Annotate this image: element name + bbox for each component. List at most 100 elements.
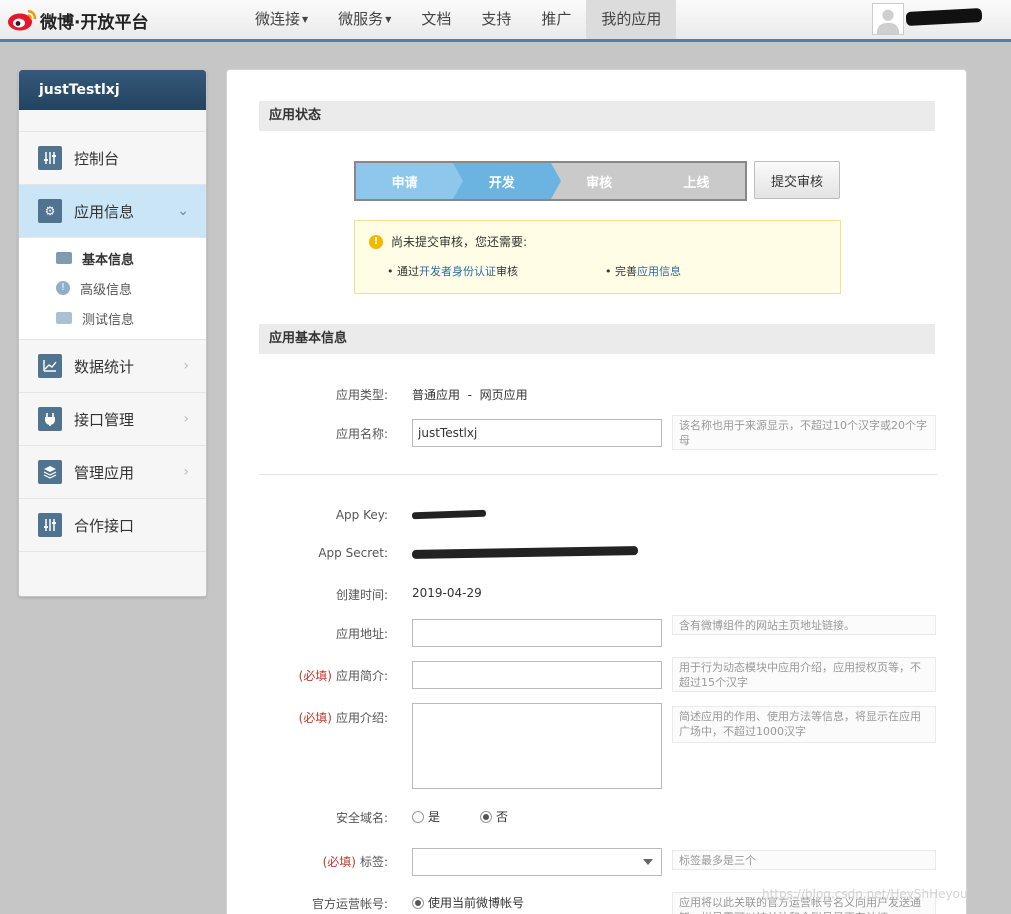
app-url-hint: 含有微博组件的网站主页地址链接。 bbox=[672, 615, 936, 635]
radio-use-current-account[interactable] bbox=[412, 897, 424, 909]
subitem-label: 高级信息 bbox=[80, 282, 133, 298]
nav-item-promote[interactable]: 推广 bbox=[526, 0, 586, 39]
app-name-label: 应用名称: bbox=[335, 427, 388, 441]
sliders-icon bbox=[38, 146, 62, 170]
dropdown-arrow-icon bbox=[643, 859, 653, 865]
sidebar-subitem-basic-info[interactable]: 基本信息 bbox=[19, 243, 206, 273]
official-account-option[interactable]: 使用当前微博帐号 bbox=[412, 894, 524, 911]
user-silhouette-icon bbox=[876, 9, 900, 34]
weibo-eye-icon bbox=[8, 9, 37, 31]
sidebar-subitem-advanced-info[interactable]: ! 高级信息 bbox=[19, 273, 206, 303]
step-apply: 申请 bbox=[356, 163, 464, 199]
nav-item-support[interactable]: 支持 bbox=[466, 0, 526, 39]
app-secret-label: App Secret: bbox=[318, 546, 388, 560]
layers-icon bbox=[38, 460, 62, 484]
redacted-username bbox=[905, 8, 983, 26]
sidebar: justTestlxj 控制台 ⚙ 应用信息 ⌄ 基本信息 ! 高级信息 测试信息… bbox=[18, 69, 207, 597]
app-url-label: 应用地址: bbox=[335, 627, 388, 641]
sidebar-item-label: 管理应用 bbox=[74, 463, 135, 482]
gear-icon: ⚙ bbox=[38, 199, 62, 223]
developer-verify-link[interactable]: 开发者身份认证 bbox=[419, 265, 496, 278]
app-description-label: (必填) 应用介绍: bbox=[298, 711, 388, 725]
step-review: 审核 bbox=[550, 163, 659, 199]
main-panel: 应用状态 申请 开发 审核 上线 提交审核 ! 尚未提交审核，您还需要: • 通… bbox=[226, 69, 967, 914]
app-info-link[interactable]: 应用信息 bbox=[637, 265, 681, 278]
avatar[interactable] bbox=[872, 3, 904, 35]
radio-yes[interactable] bbox=[412, 811, 424, 823]
warning-icon: ! bbox=[369, 235, 383, 249]
image-icon bbox=[56, 312, 72, 324]
weibo-logo[interactable]: 微博·开放平台 bbox=[6, 6, 148, 34]
app-key-label: App Key: bbox=[335, 508, 388, 522]
created-time-label: 创建时间: bbox=[335, 588, 388, 602]
step-launch: 上线 bbox=[647, 163, 745, 199]
sidebar-submenu: 基本信息 ! 高级信息 测试信息 bbox=[19, 237, 206, 339]
chevron-right-icon: › bbox=[183, 358, 189, 374]
sidebar-item-label: 数据统计 bbox=[74, 357, 135, 376]
app-description-textarea[interactable] bbox=[412, 703, 662, 789]
sidebar-item-partner-api[interactable]: 合作接口 bbox=[19, 498, 206, 551]
sidebar-item-app-info[interactable]: ⚙ 应用信息 ⌄ bbox=[19, 184, 206, 237]
created-time-value: 2019-04-29 bbox=[412, 586, 482, 600]
notice-title: 尚未提交审核，您还需要: bbox=[391, 235, 528, 249]
sidebar-item-console[interactable]: 控制台 bbox=[19, 131, 206, 184]
nav-label: 微连接 bbox=[255, 10, 301, 28]
chevron-right-icon: › bbox=[183, 464, 189, 480]
sidebar-item-label: 应用信息 bbox=[74, 202, 135, 221]
secure-domain-label: 安全域名: bbox=[335, 811, 388, 825]
sidebar-item-label: 合作接口 bbox=[74, 516, 135, 535]
app-summary-hint: 用于行为动态模块中应用介绍，应用授权页等，不超过15个汉字 bbox=[672, 657, 936, 692]
official-account-label: 官方运营帐号: bbox=[311, 897, 388, 911]
chevron-down-icon: ⌄ bbox=[177, 203, 189, 219]
secure-domain-yes[interactable]: 是 bbox=[412, 808, 440, 825]
subitem-label: 测试信息 bbox=[82, 312, 135, 328]
nav-item-micro-connect[interactable]: 微连接 ▼ bbox=[240, 0, 323, 39]
notice-item-verify: • 通过开发者身份认证审核 bbox=[387, 265, 518, 278]
nav-item-docs[interactable]: 文档 bbox=[406, 0, 466, 39]
app-description-hint: 简述应用的作用、使用方法等信息，将显示在应用广场中，不超过1000汉字 bbox=[672, 706, 936, 743]
chart-icon bbox=[38, 354, 62, 378]
secure-domain-no[interactable]: 否 bbox=[480, 808, 508, 825]
logo-text: 微博·开放平台 bbox=[40, 12, 149, 33]
sidebar-item-data-stats[interactable]: 数据统计 › bbox=[19, 339, 206, 392]
subitem-label: 基本信息 bbox=[82, 252, 135, 268]
main-nav: 微连接 ▼ 微服务 ▼ 文档 支持 推广 我的应用 bbox=[240, 0, 677, 39]
nav-label: 文档 bbox=[421, 10, 452, 28]
nav-label: 推广 bbox=[541, 10, 572, 28]
nav-label: 微服务 bbox=[338, 10, 384, 28]
redacted-app-key bbox=[411, 509, 487, 520]
watermark: https://blog.csdn.net/HeyShHeyou bbox=[762, 887, 968, 901]
sidebar-item-label: 控制台 bbox=[74, 149, 120, 168]
caret-down-icon: ▼ bbox=[302, 14, 309, 24]
app-name-hint: 该名称也用于来源显示，不超过10个汉字或20个字母 bbox=[672, 415, 936, 450]
sliders-icon bbox=[38, 513, 62, 537]
sidebar-app-name: justTestlxj bbox=[19, 70, 206, 110]
app-url-input[interactable] bbox=[412, 619, 662, 647]
nav-label: 支持 bbox=[481, 10, 512, 28]
status-steps: 申请 开发 审核 上线 bbox=[354, 161, 747, 201]
caret-down-icon: ▼ bbox=[385, 14, 392, 24]
app-summary-label: (必填) 应用简介: bbox=[298, 669, 388, 683]
info-icon: ! bbox=[56, 281, 70, 295]
sidebar-item-api-management[interactable]: 接口管理 › bbox=[19, 392, 206, 445]
app-type-value: 普通应用 - 网页应用 bbox=[412, 388, 528, 402]
chevron-right-icon: › bbox=[183, 411, 189, 427]
nav-label: 我的应用 bbox=[601, 10, 662, 28]
tags-hint: 标签最多是三个 bbox=[672, 850, 936, 870]
sidebar-item-manage-app[interactable]: 管理应用 › bbox=[19, 445, 206, 498]
nav-item-micro-service[interactable]: 微服务 ▼ bbox=[323, 0, 406, 39]
app-summary-input[interactable] bbox=[412, 661, 662, 689]
step-develop: 开发 bbox=[453, 163, 561, 199]
tags-select[interactable] bbox=[412, 848, 662, 876]
tags-label: (必填) 标签: bbox=[322, 855, 388, 869]
sidebar-subitem-test-info[interactable]: 测试信息 bbox=[19, 303, 206, 333]
redacted-app-secret bbox=[411, 546, 639, 559]
submit-review-button[interactable]: 提交审核 bbox=[754, 161, 840, 199]
radio-no[interactable] bbox=[480, 811, 492, 823]
sidebar-item-label: 接口管理 bbox=[74, 410, 135, 429]
top-navbar: 微博·开放平台 微连接 ▼ 微服务 ▼ 文档 支持 推广 我的应用 bbox=[0, 0, 1011, 42]
nav-item-my-apps[interactable]: 我的应用 bbox=[586, 0, 677, 39]
app-name-input[interactable] bbox=[412, 419, 662, 447]
card-icon bbox=[56, 252, 72, 264]
review-notice: ! 尚未提交审核，您还需要: • 通过开发者身份认证审核 • 完善应用信息 bbox=[354, 220, 841, 294]
